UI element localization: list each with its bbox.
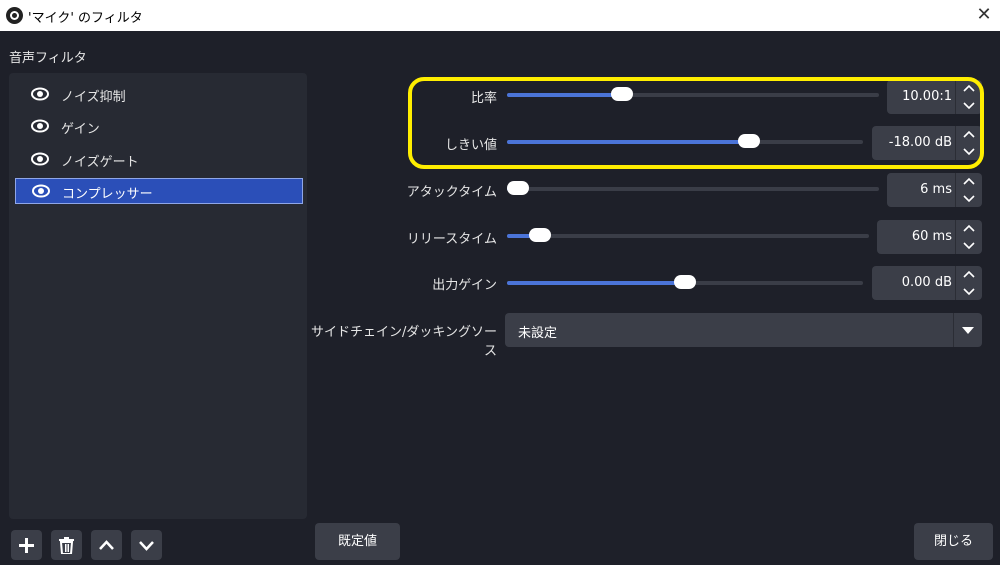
release-spinbox[interactable]: 60 ms (877, 220, 982, 254)
visibility-eye-icon[interactable] (32, 184, 50, 198)
remove-filter-button[interactable] (51, 530, 82, 560)
filter-list: ノイズ抑制 ゲイン ノイズゲート コンプレッサー (9, 73, 307, 519)
filter-item-noise-suppression[interactable]: ノイズ抑制 (15, 81, 301, 107)
attack-label: アタックタイム (406, 185, 497, 200)
filter-item-label: ノイズ抑制 (61, 90, 126, 105)
visibility-eye-icon[interactable] (31, 152, 49, 166)
window-title: 'マイク' のフィルタ (28, 11, 143, 26)
chevron-down-icon[interactable] (961, 191, 977, 205)
release-label: リリースタイム (406, 232, 497, 247)
visibility-eye-icon[interactable] (31, 119, 49, 133)
sidechain-label: サイドチェイン/ダッキングソース (311, 325, 497, 359)
output-gain-slider-handle[interactable] (674, 275, 696, 289)
plus-icon (19, 538, 34, 553)
attack-slider-handle[interactable] (507, 181, 530, 195)
chevron-down-icon[interactable] (961, 284, 977, 298)
dropdown-arrow-icon[interactable] (953, 313, 982, 347)
output-gain-label: 出力ゲイン (432, 278, 497, 293)
filter-item-noise-gate[interactable]: ノイズゲート (15, 146, 301, 172)
attack-value: 6 ms (920, 182, 952, 197)
add-filter-button[interactable] (11, 530, 42, 560)
filter-item-gain[interactable]: ゲイン (15, 113, 301, 139)
filter-item-label: コンプレッサー (62, 187, 153, 202)
sidechain-value: 未設定 (518, 326, 558, 341)
chevron-up-icon[interactable] (961, 268, 977, 282)
chevron-down-icon[interactable] (961, 238, 977, 252)
output-gain-spinbox[interactable]: 0.00 dB (872, 266, 982, 300)
chevron-up-icon[interactable] (961, 175, 977, 189)
release-value: 60 ms (911, 229, 952, 244)
title-bar: 'マイク' のフィルタ ✕ (0, 0, 1000, 31)
obs-logo-icon (6, 7, 23, 24)
move-down-button[interactable] (131, 530, 162, 560)
filters-section-label: 音声フィルタ (9, 51, 87, 66)
defaults-button[interactable]: 既定値 (315, 523, 400, 560)
output-gain-slider-fill (507, 281, 685, 285)
highlight-annotation (408, 77, 984, 169)
trash-icon (59, 537, 74, 554)
attack-slider[interactable] (507, 181, 879, 195)
attack-spinbox[interactable]: 6 ms (887, 173, 982, 207)
chevron-down-icon (139, 541, 154, 551)
sidechain-select[interactable]: 未設定 (505, 313, 982, 347)
output-gain-slider[interactable] (507, 275, 863, 289)
spin-arrows (955, 173, 982, 207)
release-slider[interactable] (507, 228, 869, 242)
chevron-up-icon[interactable] (961, 222, 977, 236)
spin-arrows (955, 266, 982, 300)
output-gain-value: 0.00 dB (901, 275, 952, 290)
spin-arrows (955, 220, 982, 254)
move-up-button[interactable] (91, 530, 122, 560)
release-slider-handle[interactable] (528, 228, 551, 242)
filter-item-label: ノイズゲート (61, 155, 139, 170)
chevron-up-icon (99, 540, 114, 550)
close-button[interactable]: 閉じる (914, 523, 993, 560)
close-icon[interactable]: ✕ (972, 4, 996, 26)
filter-item-label: ゲイン (61, 122, 100, 137)
visibility-eye-icon[interactable] (31, 87, 49, 101)
filter-item-compressor[interactable]: コンプレッサー (15, 178, 303, 204)
